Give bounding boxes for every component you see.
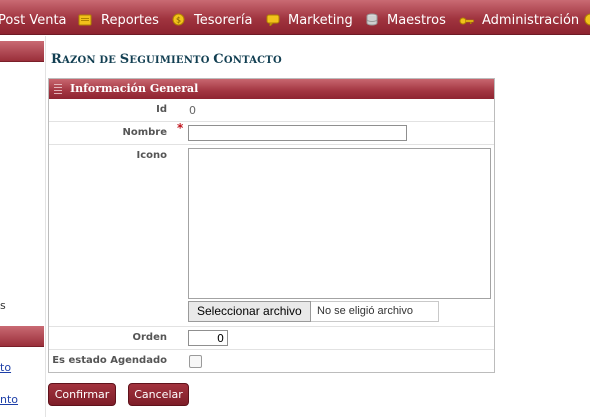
file-status-text: No se eligió archivo [311,301,439,322]
grip-icon [54,84,62,94]
sidebar-text-fragment: s [0,299,6,312]
nav-item-tesoreria[interactable]: Tesorería [194,0,252,34]
nav-item-post-venta[interactable]: Post Venta [0,0,67,34]
panel-header: Información General [49,79,494,99]
select-file-button[interactable]: Seleccionar archivo [188,301,311,322]
field-row-id: Id 0 [49,100,494,120]
field-row-nombre: Nombre * [49,121,494,144]
nav-item-reportes[interactable]: Reportes [101,0,159,34]
svg-text:$: $ [176,16,181,25]
field-value-id: 0 [189,104,196,117]
key-icon [459,11,474,30]
confirm-button[interactable]: Confirmar [48,383,116,406]
top-navigation-bar: Post Venta Reportes $ Tesorería Marketin… [0,0,590,35]
field-label-icono: Icono [136,150,167,161]
nombre-input[interactable] [188,125,407,141]
field-row-orden: Orden [49,326,494,349]
coin-icon: $ [172,11,185,30]
field-row-agendado: Es estado Agendado [49,349,494,372]
sidebar-link-2[interactable]: nto [0,393,18,406]
sidebar-link-1[interactable]: to [0,361,11,374]
folder-icon [78,11,92,30]
nav-item-maestros[interactable]: Maestros [387,0,446,34]
nav-item-marketing[interactable]: Marketing [288,0,353,34]
form-panel: Información General Id 0 Nombre * Icono … [48,78,495,373]
icono-preview-area [188,148,491,299]
field-row-icono: Icono Seleccionar archivo No se eligió a… [49,144,494,326]
sidebar-divider [45,36,46,417]
cancel-button[interactable]: Cancelar [128,383,189,406]
field-label-orden: Orden [132,332,168,343]
sidebar-section-header [0,326,44,347]
field-label-id: Id [156,104,167,115]
required-indicator: * [177,121,184,135]
chat-icon [266,11,280,30]
overflow-menu-icon [584,11,590,30]
database-icon [366,11,378,30]
page-title: RAZON DE SEGUIMIENTO CONTACTO [51,52,282,67]
panel-title: Información General [70,82,199,95]
agendado-checkbox[interactable] [189,355,202,368]
nav-item-administracion[interactable]: Administración [482,0,579,34]
orden-input[interactable] [188,330,228,346]
field-label-agendado: Es estado Agendado [52,355,167,366]
sidebar-header-bar [0,41,44,62]
field-label-nombre: Nombre [122,127,167,138]
